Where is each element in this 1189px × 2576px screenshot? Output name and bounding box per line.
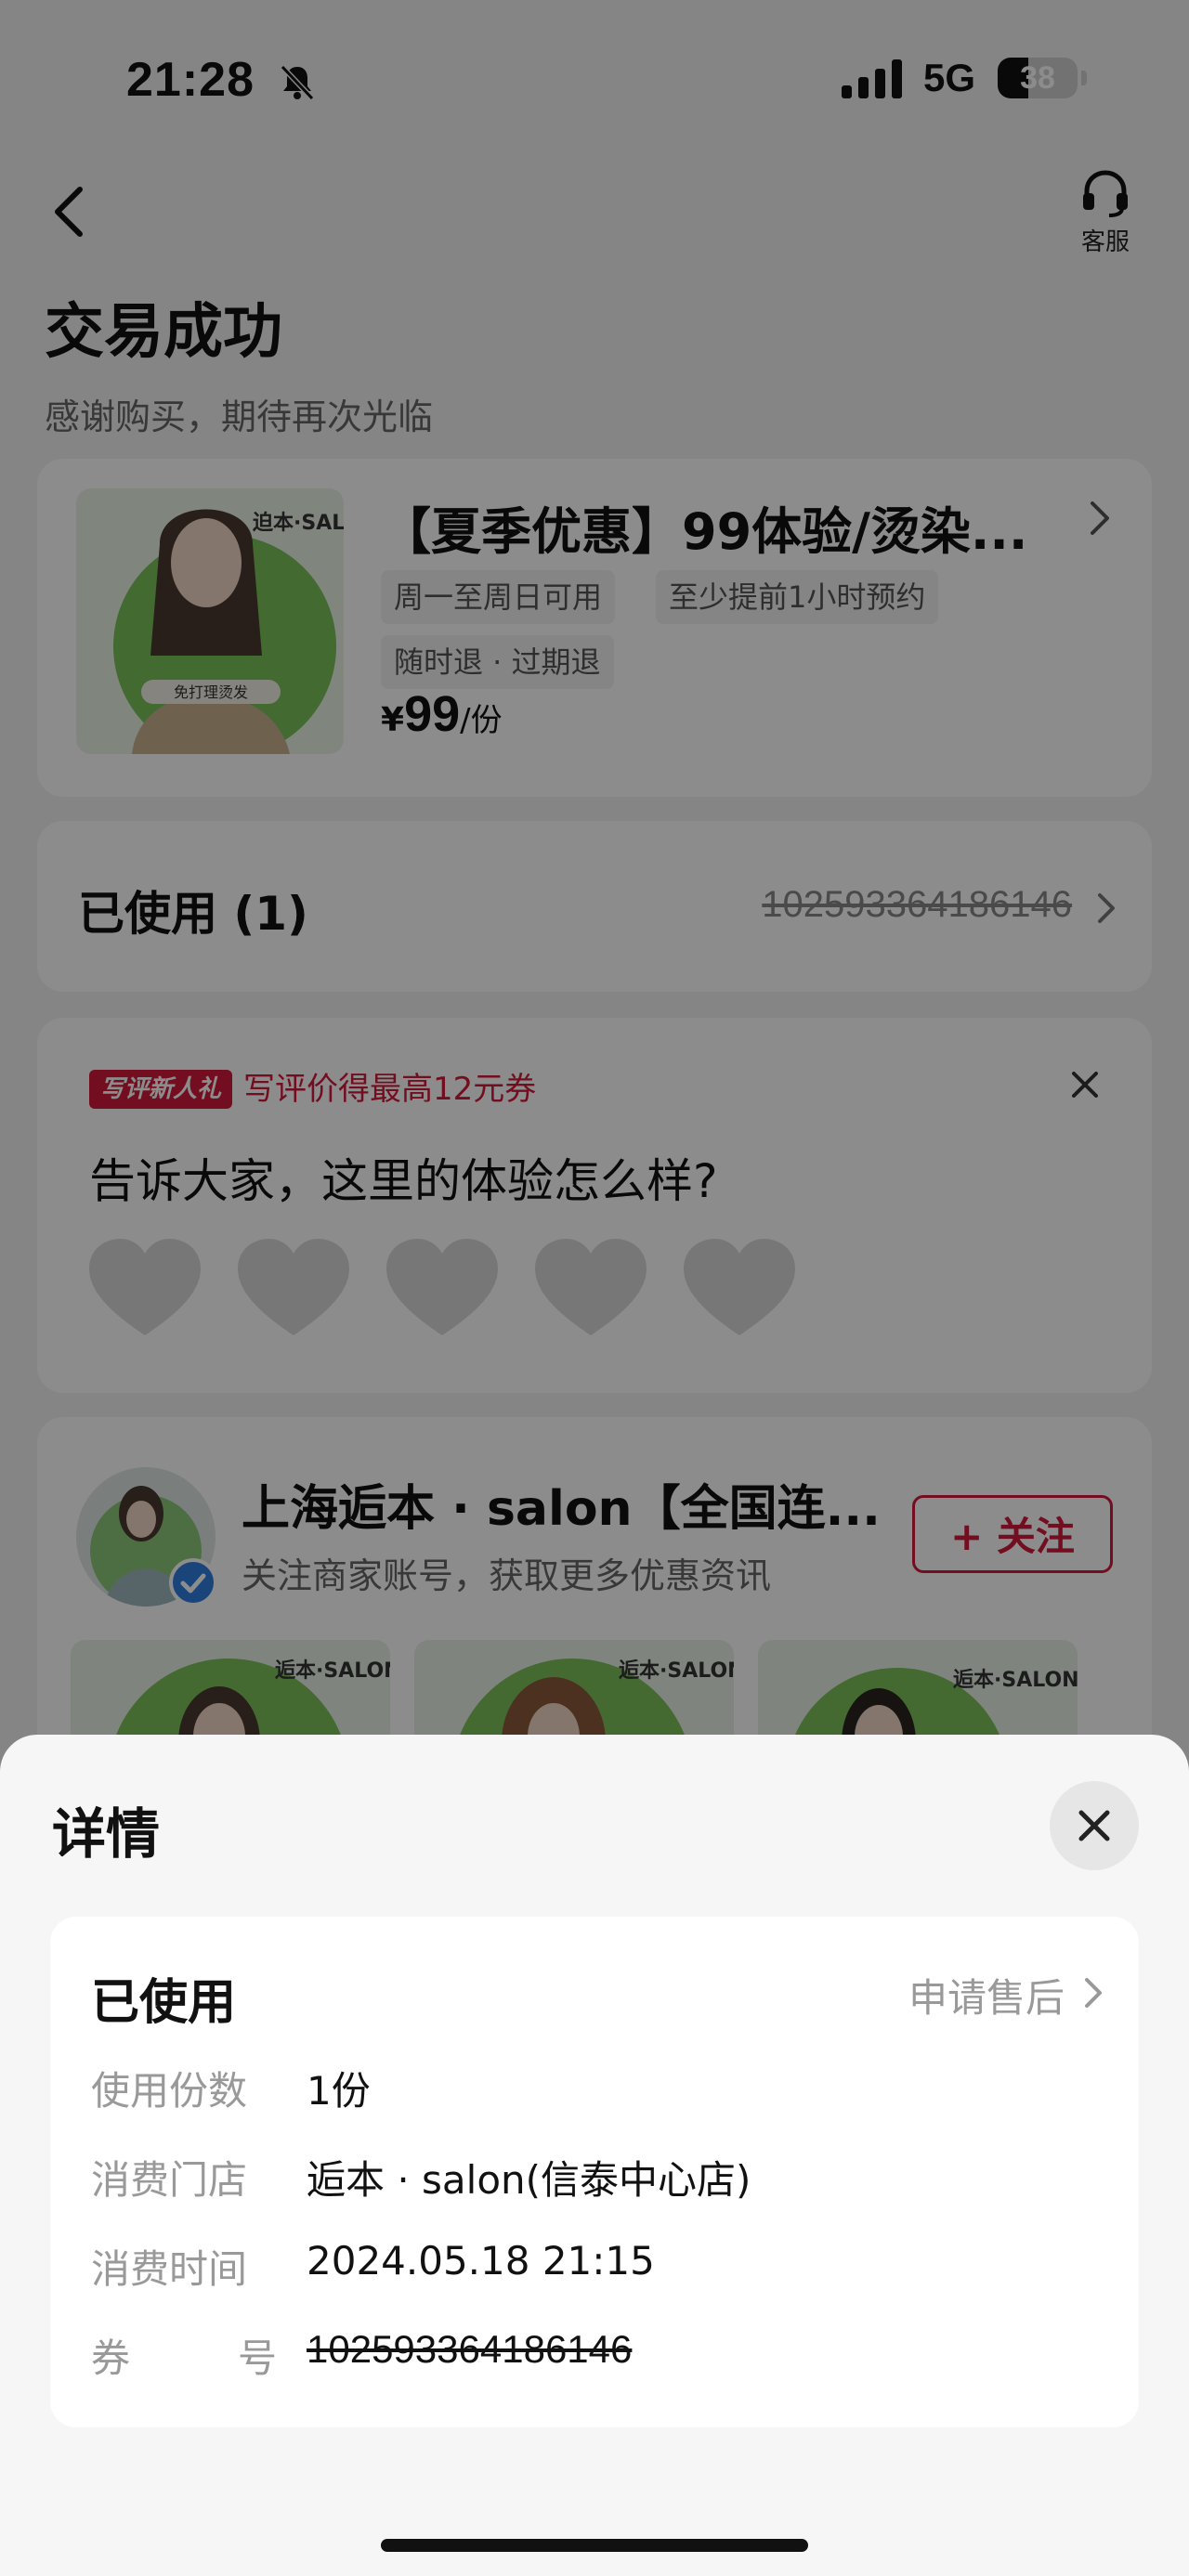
detail-value: 1份 (307, 2068, 371, 2114)
detail-status: 已使用 (91, 1975, 237, 2031)
detail-label-part: 号 (237, 2335, 277, 2381)
detail-card: 已使用 申请售后 使用份数 1份 消费门店 逅本 · salon(信泰中心店) … (50, 1917, 1139, 2427)
detail-sheet: 详情 已使用 申请售后 使用份数 1份 消费门店 逅本 · salon(信泰中心… (0, 1735, 1189, 2576)
sheet-close-button[interactable] (1050, 1781, 1139, 1870)
detail-value: 逅本 · salon(信泰中心店) (307, 2157, 751, 2203)
detail-label: 使用份数 (91, 2068, 248, 2114)
detail-value: 2024.05.18 21:15 (307, 2238, 655, 2283)
chevron-right-icon[interactable] (1079, 1972, 1109, 2013)
after-sale-link[interactable]: 申请售后 (908, 1967, 1065, 2023)
close-icon (1078, 1810, 1110, 1841)
detail-value: 102593364186146 (307, 2327, 633, 2371)
order-detail-page: 21:28 5G 38 客服 交易成功 感谢购买，期待再次光临 免打理烫发 迫本… (0, 0, 1189, 2576)
detail-label: 券 号 (91, 2327, 277, 2384)
detail-label: 消费门店 (91, 2157, 248, 2203)
detail-label: 消费时间 (91, 2246, 248, 2292)
detail-label-part: 券 (91, 2335, 131, 2381)
home-indicator[interactable] (381, 2539, 808, 2552)
sheet-title: 详情 (52, 1802, 161, 1866)
